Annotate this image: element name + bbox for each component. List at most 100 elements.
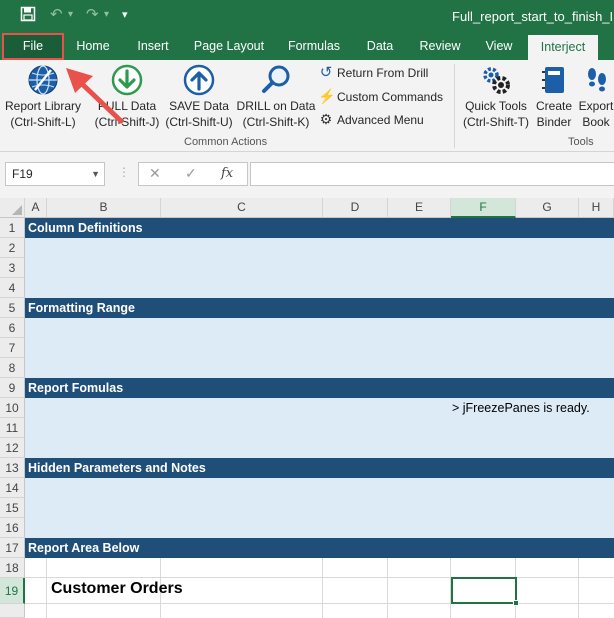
section-header-column-definitions[interactable]: Column Definitions <box>25 218 614 238</box>
pull-data-button[interactable]: PULL Data (Ctrl-Shift-J) <box>89 64 165 130</box>
row-header[interactable]: 11 <box>0 418 25 438</box>
row-header[interactable]: 15 <box>0 498 25 518</box>
row-header[interactable]: 12 <box>0 438 25 458</box>
custom-commands-label: Custom Commands <box>337 90 444 104</box>
row-header[interactable]: 14 <box>0 478 25 498</box>
row-header[interactable]: 2 <box>0 238 25 258</box>
pull-data-shortcut: (Ctrl-Shift-J) <box>94 115 160 129</box>
tab-interject[interactable]: Interject <box>528 35 598 60</box>
column-header-a[interactable]: A <box>25 198 47 218</box>
title-bar: ↶ ▾ ↷ ▾ ▾ Full_report_start_to_finish_IN… <box>0 0 614 33</box>
report-library-label: Report Library <box>4 99 82 113</box>
section-header-formatting-range[interactable]: Formatting Range <box>25 298 614 318</box>
section-header-hidden-parameters[interactable]: Hidden Parameters and Notes <box>25 458 614 478</box>
formula-bar: F19 ▼ ⋮ ✕ ✓ fx <box>0 152 614 198</box>
undo-dropdown-icon[interactable]: ▾ <box>68 6 73 24</box>
tab-home[interactable]: Home <box>66 33 120 60</box>
row-header[interactable]: 17 <box>0 538 25 558</box>
name-box-value: F19 <box>12 167 33 181</box>
ribbon-tabs: File Home Insert Page Layout Formulas Da… <box>0 33 614 60</box>
row-header[interactable]: 16 <box>0 518 25 538</box>
row-header[interactable]: 3 <box>0 258 25 278</box>
gridline <box>322 558 323 618</box>
drag-handle-icon[interactable]: ⋮ <box>118 165 130 179</box>
globe-icon <box>28 65 58 95</box>
chevron-down-icon[interactable]: ▼ <box>91 163 100 185</box>
row-header[interactable]: 9 <box>0 378 25 398</box>
window-title: Full_report_start_to_finish_IN_P <box>452 9 614 24</box>
binder-icon <box>542 67 564 93</box>
section-header-report-formulas[interactable]: Report Fomulas <box>25 378 614 398</box>
name-box[interactable]: F19 ▼ <box>5 162 105 186</box>
drill-on-data-button[interactable]: DRILL on Data (Ctrl-Shift-K) <box>236 64 316 130</box>
tab-data[interactable]: Data <box>358 33 402 60</box>
enter-icon[interactable]: ✓ <box>185 165 197 182</box>
custom-commands-button[interactable]: ⚡ Custom Commands <box>318 87 443 105</box>
row-header[interactable]: 13 <box>0 458 25 478</box>
redo-icon[interactable]: ↷ <box>86 6 99 24</box>
gridline <box>25 577 614 578</box>
row-header[interactable]: 1 <box>0 218 25 238</box>
report-library-shortcut: (Ctrl-Shift-L) <box>10 115 76 129</box>
report-library-button[interactable]: Report Library (Ctrl-Shift-L) <box>3 64 83 130</box>
row-header[interactable]: 19 <box>0 578 25 604</box>
customize-icon[interactable]: ▾ <box>122 6 128 24</box>
save-data-button[interactable]: SAVE Data (Ctrl-Shift-U) <box>163 64 235 130</box>
gear-icon: ⚙ <box>319 111 333 127</box>
row-header[interactable]: 18 <box>0 558 25 578</box>
redo-dropdown-icon[interactable]: ▾ <box>104 6 109 24</box>
row-header[interactable]: 7 <box>0 338 25 358</box>
return-from-drill-button[interactable]: ↺ Return From Drill <box>318 64 429 82</box>
gridline <box>578 558 579 618</box>
ribbon-interject: Report Library (Ctrl-Shift-L) PULL Data … <box>0 60 614 152</box>
quick-tools-shortcut: (Ctrl-Shift-T) <box>463 115 529 129</box>
report-title-cell[interactable]: Customer Orders <box>51 580 183 598</box>
column-header-g[interactable]: G <box>516 198 579 218</box>
drill-on-data-shortcut: (Ctrl-Shift-K) <box>242 115 310 129</box>
gridline <box>387 558 388 618</box>
column-header-d[interactable]: D <box>323 198 388 218</box>
create-binder-button[interactable]: Create Binder <box>534 64 574 130</box>
tab-formulas[interactable]: Formulas <box>280 33 348 60</box>
save-data-label: SAVE Data <box>169 99 229 113</box>
section-body[interactable] <box>25 238 614 298</box>
export-book-button[interactable]: Export Book <box>576 64 614 130</box>
export-book-label-2: Book <box>582 115 610 129</box>
row-header[interactable]: 5 <box>0 298 25 318</box>
tab-view[interactable]: View <box>476 33 522 60</box>
footprints-icon <box>588 68 606 92</box>
row-header[interactable]: 8 <box>0 358 25 378</box>
save-icon[interactable] <box>20 6 36 27</box>
tab-insert[interactable]: Insert <box>126 33 180 60</box>
column-header-h[interactable]: H <box>579 198 614 218</box>
section-header-report-area[interactable]: Report Area Below <box>25 538 614 558</box>
select-all-corner[interactable] <box>0 198 25 218</box>
selected-cell-f19[interactable] <box>451 577 519 606</box>
row-header-partial <box>0 604 25 618</box>
tools-group-label: Tools <box>568 136 594 148</box>
status-message-cell[interactable]: > jFreezePanes is ready. <box>452 401 590 415</box>
fill-handle[interactable] <box>513 600 519 606</box>
return-from-drill-label: Return From Drill <box>337 66 429 80</box>
column-header-b[interactable]: B <box>47 198 161 218</box>
tab-review[interactable]: Review <box>410 33 470 60</box>
tab-page-layout[interactable]: Page Layout <box>188 33 270 60</box>
export-book-label: Export <box>578 99 614 113</box>
column-header-c[interactable]: C <box>161 198 323 218</box>
row-header[interactable]: 10 <box>0 398 25 418</box>
cancel-icon[interactable]: ✕ <box>149 165 161 182</box>
pull-data-label: PULL Data <box>97 99 157 113</box>
section-body[interactable] <box>25 318 614 378</box>
create-binder-label-2: Binder <box>536 115 572 129</box>
row-header[interactable]: 4 <box>0 278 25 298</box>
tab-file[interactable]: File <box>2 33 64 60</box>
advanced-menu-button[interactable]: ⚙ Advanced Menu <box>318 110 424 128</box>
insert-function-icon[interactable]: fx <box>221 166 233 181</box>
column-header-e[interactable]: E <box>388 198 451 218</box>
formula-input[interactable] <box>250 162 614 186</box>
quick-tools-button[interactable]: Quick Tools (Ctrl-Shift-T) <box>460 64 532 130</box>
row-header[interactable]: 6 <box>0 318 25 338</box>
column-header-f[interactable]: F <box>451 198 516 218</box>
section-body[interactable] <box>25 478 614 538</box>
undo-icon[interactable]: ↶ <box>50 6 63 24</box>
